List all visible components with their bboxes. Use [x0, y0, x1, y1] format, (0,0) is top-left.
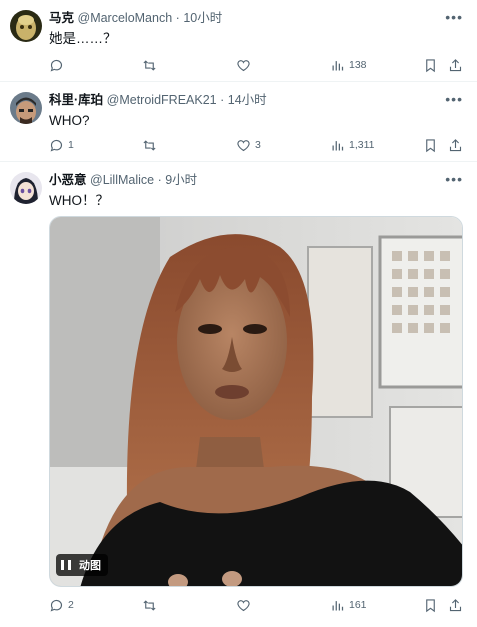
tweet-header: 马克 @MarceloManch · 10小时 — [49, 10, 437, 26]
like-button[interactable] — [236, 596, 255, 614]
tweet-header: 小恶意 @LillMalice · 9小时 — [49, 172, 437, 188]
separator: · — [175, 11, 180, 25]
retweet-button[interactable] — [142, 56, 161, 74]
like-count: 3 — [255, 139, 261, 151]
like-button[interactable]: 3 — [236, 136, 261, 154]
handle[interactable]: @LillMalice — [90, 173, 154, 187]
action-bar: 2 161 — [49, 596, 467, 614]
separator: · — [220, 93, 225, 107]
reply-button[interactable]: 2 — [49, 596, 74, 614]
avatar[interactable] — [10, 10, 42, 42]
views-button[interactable]: 138 — [330, 56, 367, 74]
reply-bubble-icon — [50, 139, 62, 151]
reply-bubble-icon — [50, 599, 62, 611]
share-button[interactable] — [448, 136, 463, 154]
reply-count: 1 — [68, 139, 74, 151]
bookmark-button[interactable] — [423, 136, 438, 154]
gif-badge-label: 动图 — [79, 560, 101, 572]
view-count: 1,311 — [349, 139, 375, 151]
share-button[interactable] — [448, 596, 463, 614]
share-upload-icon — [449, 138, 462, 151]
view-count: 161 — [349, 599, 367, 611]
bookmark-button[interactable] — [423, 596, 438, 614]
share-upload-icon — [449, 58, 462, 71]
heart-icon — [237, 599, 250, 611]
avatar[interactable] — [10, 172, 42, 204]
tweet-text: WHO? — [49, 113, 90, 128]
avatar[interactable] — [10, 92, 42, 124]
tweet-text: 她是……？ — [49, 31, 117, 46]
more-horizontal-icon[interactable]: ••• — [445, 10, 463, 24]
separator: · — [157, 173, 162, 187]
bookmark-icon — [426, 598, 435, 612]
display-name[interactable]: 马克 — [49, 11, 74, 25]
gif-media[interactable]: 动图 — [49, 216, 463, 587]
display-name[interactable]: 科里·库珀 — [49, 93, 103, 107]
views-button[interactable]: 1,311 — [330, 136, 375, 154]
views-button[interactable]: 161 — [330, 596, 367, 614]
reply-button[interactable]: 1 — [49, 136, 74, 154]
tweet-header: 科里·库珀 @MetroidFREAK21 · 14小时 — [49, 92, 437, 108]
bookmark-icon — [426, 58, 435, 72]
gif-badge[interactable]: 动图 — [56, 554, 108, 576]
more-horizontal-icon[interactable]: ••• — [445, 172, 463, 186]
handle[interactable]: @MetroidFREAK21 — [107, 93, 217, 107]
bookmark-icon — [426, 138, 435, 152]
handle[interactable]: @MarceloManch — [78, 11, 173, 25]
share-upload-icon — [449, 598, 462, 611]
action-bar: 1 3 1,311 — [49, 136, 467, 154]
reply-count: 2 — [68, 599, 74, 611]
bookmark-button[interactable] — [423, 56, 438, 74]
like-button[interactable] — [236, 56, 255, 74]
more-horizontal-icon[interactable]: ••• — [445, 92, 463, 106]
retweet-icon — [143, 599, 156, 611]
gif-frame-image — [50, 217, 462, 586]
reply-bubble-icon — [50, 59, 62, 71]
timestamp[interactable]: 14小时 — [228, 93, 267, 107]
bar-chart-icon — [332, 600, 344, 610]
action-bar: 138 — [49, 56, 467, 74]
tweet-2[interactable]: 科里·库珀 @MetroidFREAK21 · 14小时 ••• WHO? 1 … — [0, 82, 477, 162]
retweet-icon — [143, 139, 156, 151]
pause-icon — [61, 560, 71, 570]
tweet-3[interactable]: 小恶意 @LillMalice · 9小时 ••• WHO！？ 动图 2 161 — [0, 162, 477, 627]
heart-icon — [237, 59, 250, 71]
timestamp[interactable]: 10小时 — [183, 11, 222, 25]
tweet-1[interactable]: 马克 @MarceloManch · 10小时 ••• 她是……？ 138 — [0, 0, 477, 82]
tweet-text: WHO！？ — [49, 193, 109, 208]
reply-button[interactable] — [49, 56, 68, 74]
bar-chart-icon — [332, 140, 344, 150]
view-count: 138 — [349, 59, 367, 71]
bar-chart-icon — [332, 60, 344, 70]
retweet-button[interactable] — [142, 136, 161, 154]
retweet-button[interactable] — [142, 596, 161, 614]
heart-icon — [237, 139, 250, 151]
share-button[interactable] — [448, 56, 463, 74]
display-name[interactable]: 小恶意 — [49, 173, 87, 187]
timestamp[interactable]: 9小时 — [165, 173, 197, 187]
retweet-icon — [143, 59, 156, 71]
